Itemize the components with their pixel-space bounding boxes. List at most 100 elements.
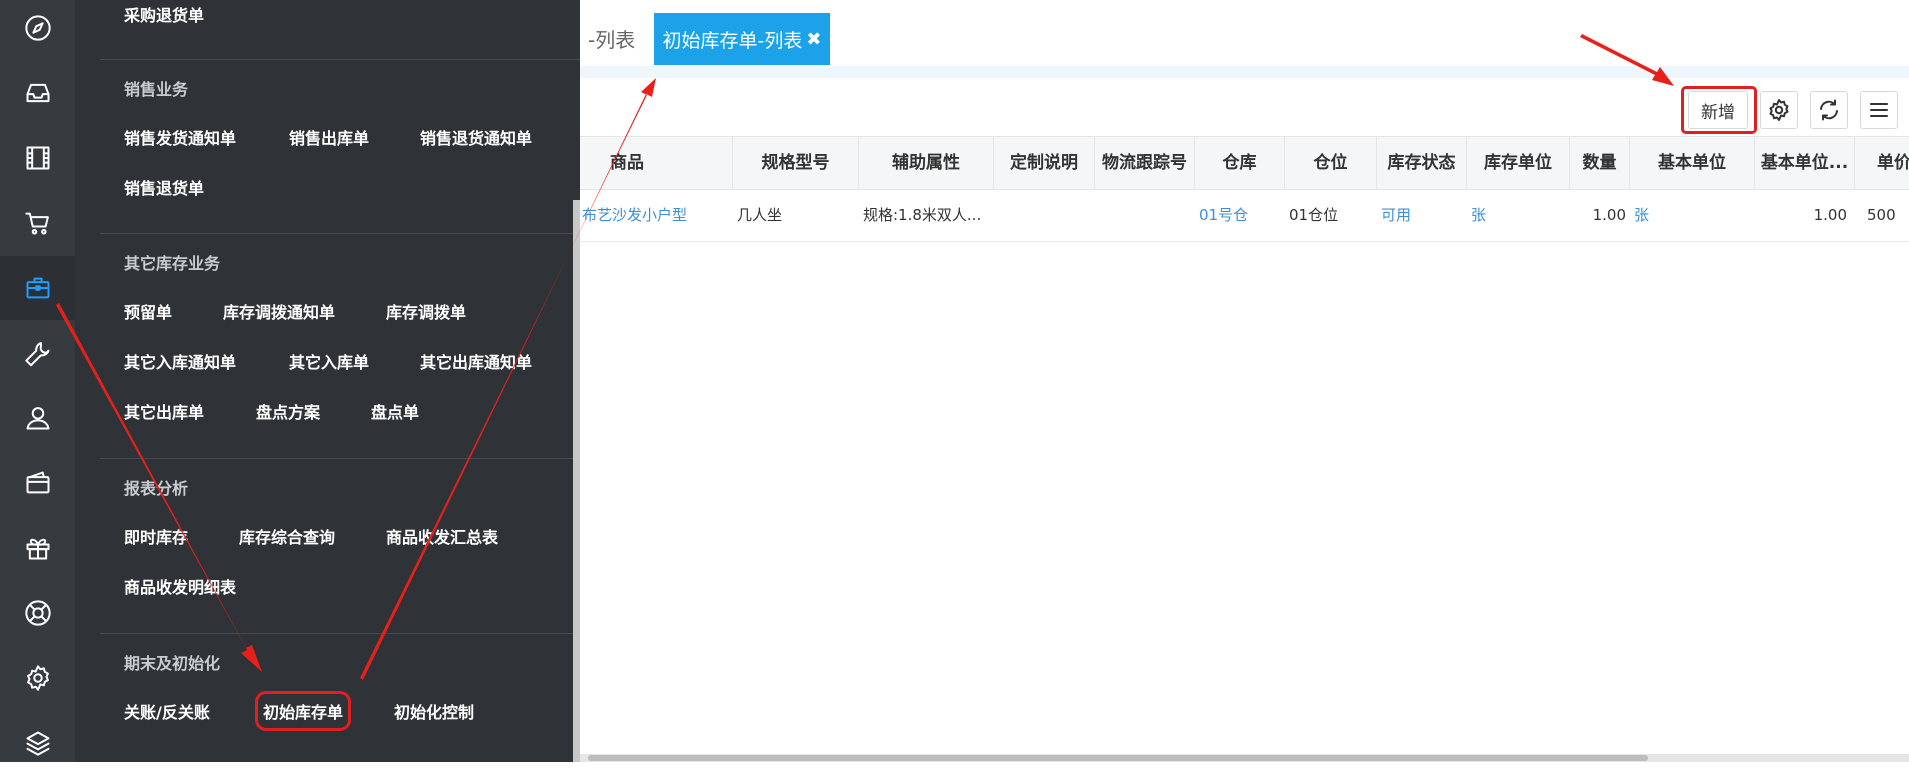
main-area: -列表 初始库存单-列表 ✖ 新增 商品 规格型号 辅助属性 定制说明 物流跟踪… — [580, 0, 1909, 762]
menu-item-sales-return-notice[interactable]: 销售退货通知单 — [420, 125, 532, 149]
menu-item-stock-query[interactable]: 库存综合查询 — [239, 524, 335, 548]
user-icon — [26, 407, 49, 430]
flyout-menu: 采购退货单 销售业务 销售发货通知单 销售出库单 销售退货通知单 销售退货单 其… — [75, 0, 580, 762]
scrollbar-thumb[interactable] — [588, 755, 1648, 761]
cell-tracking-no — [1095, 189, 1195, 241]
menu-divider — [100, 233, 580, 234]
hamburger-icon — [1870, 103, 1888, 117]
menu-item-init-control[interactable]: 初始化控制 — [394, 699, 474, 723]
menu-item-sales-delivery-notice[interactable]: 销售发货通知单 — [124, 125, 236, 149]
refresh-button[interactable] — [1810, 91, 1848, 129]
menu-divider — [100, 633, 580, 634]
toolbar-strip — [580, 66, 1909, 78]
briefcase-icon — [26, 277, 49, 299]
menu-item-realtime-stock[interactable]: 即时库存 — [124, 524, 188, 548]
close-icon[interactable]: ✖ — [806, 29, 821, 50]
wallet-icon — [26, 471, 49, 494]
gear-icon — [26, 665, 49, 691]
column-header-warehouse[interactable]: 仓库 — [1195, 137, 1285, 189]
rail-wallet[interactable] — [0, 451, 75, 515]
wrench-icon — [24, 342, 49, 367]
rail-cart[interactable] — [0, 191, 75, 255]
rail-film[interactable] — [0, 126, 75, 190]
gift-icon — [26, 538, 49, 560]
settings-button[interactable] — [1760, 91, 1798, 129]
rail-layers[interactable] — [0, 711, 75, 775]
column-header-custom-note[interactable]: 定制说明 — [994, 137, 1095, 189]
menu-section-closing-init: 期末及初始化 — [124, 654, 221, 673]
lifebuoy-icon — [24, 600, 51, 626]
tab-initial-stock-list[interactable]: 初始库存单-列表 ✖ — [654, 13, 830, 65]
menu-divider — [100, 59, 580, 60]
rail-inbox[interactable] — [0, 61, 75, 125]
menu-item-initial-stock[interactable]: 初始库存单 — [254, 691, 352, 731]
menu-item-stocktake[interactable]: 盘点单 — [371, 399, 419, 423]
refresh-icon — [1820, 99, 1838, 121]
menu-item-transfer-notice[interactable]: 库存调拨通知单 — [223, 299, 335, 323]
compass-icon — [24, 15, 51, 41]
menu-section-sales: 销售业务 — [124, 80, 189, 99]
column-header-stock-unit[interactable]: 库存单位 — [1467, 137, 1570, 189]
horizontal-scrollbar[interactable] — [580, 754, 1909, 762]
tab-label: 初始库存单-列表 — [662, 29, 803, 52]
gear-icon — [1769, 99, 1789, 121]
table-header: 商品 规格型号 辅助属性 定制说明 物流跟踪号 仓库 仓位 库存状态 库存单位 … — [580, 136, 1909, 190]
column-header-base-unit-qty[interactable]: 基本单位... — [1755, 137, 1855, 189]
menu-section-reports: 报表分析 — [124, 479, 189, 498]
menu-item-goods-summary[interactable]: 商品收发汇总表 — [386, 524, 498, 548]
cell-product[interactable]: 布艺沙发小户型 — [580, 189, 733, 241]
column-menu-button[interactable] — [1860, 91, 1898, 129]
rail-user[interactable] — [0, 386, 75, 450]
cell-location: 01仓位 — [1289, 206, 1339, 224]
column-header-unit-price[interactable]: 单价 — [1855, 137, 1909, 189]
cell-quantity: 1.00 — [1592, 206, 1626, 224]
rail-compass[interactable] — [0, 0, 75, 60]
film-icon — [26, 146, 49, 170]
cell-unit-price: 500 — [1867, 206, 1896, 224]
rail-briefcase[interactable] — [0, 256, 75, 320]
cell-base-unit-qty: 1.00 — [1813, 206, 1847, 224]
cell-stock-unit[interactable]: 张 — [1467, 189, 1570, 241]
cell-custom-note — [994, 189, 1095, 241]
rail-wrench[interactable] — [0, 321, 75, 385]
menu-item-other-outbound-notice[interactable]: 其它出库通知单 — [420, 349, 532, 373]
add-button[interactable]: 新增 — [1688, 91, 1748, 129]
menu-item-reservation[interactable]: 预留单 — [124, 299, 172, 323]
cell-warehouse[interactable]: 01号仓 — [1195, 189, 1285, 241]
menu-item-goods-detail[interactable]: 商品收发明细表 — [124, 574, 236, 598]
tab-previous[interactable]: -列表 — [588, 24, 635, 53]
menu-section-other-inventory: 其它库存业务 — [124, 254, 221, 273]
menu-divider — [100, 458, 580, 459]
layers-icon — [26, 731, 49, 756]
column-header-spec[interactable]: 规格型号 — [733, 137, 859, 189]
menu-item-transfer[interactable]: 库存调拨单 — [386, 299, 466, 323]
menu-item-sales-return[interactable]: 销售退货单 — [124, 175, 204, 199]
table-row[interactable]: 布艺沙发小户型 几人坐 规格:1.8米双人... 01号仓 01仓位 可用 张 … — [580, 189, 1909, 242]
cart-icon — [24, 212, 49, 235]
column-header-location[interactable]: 仓位 — [1285, 137, 1377, 189]
menu-item-other-inbound-notice[interactable]: 其它入库通知单 — [124, 349, 236, 373]
cell-spec: 几人坐 — [737, 206, 783, 224]
inbox-icon — [26, 83, 49, 103]
cell-base-unit[interactable]: 张 — [1630, 189, 1755, 241]
menu-item-other-outbound[interactable]: 其它出库单 — [124, 399, 204, 423]
menu-item-other-inbound[interactable]: 其它入库单 — [289, 349, 369, 373]
tab-bar: -列表 初始库存单-列表 ✖ — [580, 0, 1909, 67]
column-header-quantity[interactable]: 数量 — [1570, 137, 1630, 189]
menu-scrollbar[interactable] — [573, 200, 580, 762]
icon-rail — [0, 0, 75, 762]
column-header-stock-status[interactable]: 库存状态 — [1377, 137, 1467, 189]
cell-stock-status[interactable]: 可用 — [1377, 189, 1467, 241]
column-header-aux-attr[interactable]: 辅助属性 — [859, 137, 994, 189]
menu-item-sales-outbound[interactable]: 销售出库单 — [289, 125, 369, 149]
rail-lifebuoy[interactable] — [0, 581, 75, 645]
menu-item-stocktake-plan[interactable]: 盘点方案 — [256, 399, 320, 423]
menu-item-close-reopen[interactable]: 关账/反关账 — [124, 699, 210, 723]
column-header-tracking-no[interactable]: 物流跟踪号 — [1095, 137, 1195, 189]
rail-gift[interactable] — [0, 516, 75, 580]
column-header-product[interactable]: 商品 — [580, 137, 733, 189]
rail-gear[interactable] — [0, 646, 75, 710]
cell-aux-attr: 规格:1.8米双人... — [863, 206, 982, 224]
menu-item-purchase-return[interactable]: 采购退货单 — [124, 2, 204, 26]
column-header-base-unit[interactable]: 基本单位 — [1630, 137, 1755, 189]
